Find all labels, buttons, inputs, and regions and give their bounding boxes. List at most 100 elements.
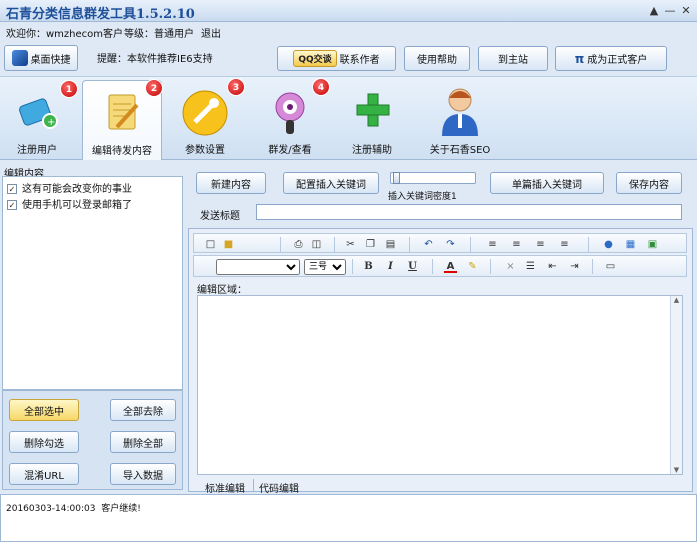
- desktop-shortcut-button[interactable]: 桌面快捷: [4, 45, 78, 71]
- copy-icon[interactable]: ❐: [364, 238, 377, 251]
- keyword-density-label: 插入关键词密度1: [388, 192, 457, 202]
- paste-icon[interactable]: ▤: [384, 238, 397, 251]
- minimize-button[interactable]: —: [662, 4, 678, 18]
- delete-checked-button[interactable]: 删除勾选: [9, 431, 79, 453]
- select-all-button[interactable]: 全部选中: [9, 399, 79, 421]
- left-button-area: 全部选中 全部去除 删除勾选 删除全部 混淆URL 导入数据: [2, 390, 183, 490]
- content-list: ✓ 这有可能会改变你的事业 ✓ 使用手机可以登录邮箱了: [2, 176, 183, 390]
- source-icon[interactable]: ▭: [604, 260, 617, 273]
- menu-bar: 欢迎你：wmzhecom客户 等级：普通用户 退出: [0, 22, 697, 40]
- text-color-button[interactable]: A: [444, 260, 457, 273]
- image-icon[interactable]: ▣: [646, 238, 659, 251]
- list-item-label: 使用手机可以登录邮箱了: [22, 200, 132, 211]
- tab-label: 参数设置: [185, 145, 225, 156]
- become-customer-label: 成为正式客户: [587, 55, 648, 66]
- editor-toolbar-row-1: □ ■ ⎙ ◫ ✂ ❐ ▤ ↶ ↷ ≡ ≡ ≡ ≡ ● ▦ ▣: [193, 233, 687, 253]
- checkbox[interactable]: ✓: [7, 184, 17, 194]
- editor-scrollbar[interactable]: ▲ ▼: [670, 296, 682, 474]
- tab-badge: 1: [60, 80, 78, 98]
- log-panel: 20160303-14:00:03 客户继续!: [0, 494, 697, 542]
- preview-icon[interactable]: ◫: [310, 238, 323, 251]
- log-line: 20160303-14:00:03 客户继续!: [6, 504, 141, 514]
- help-button[interactable]: 使用帮助: [404, 46, 470, 71]
- undo-icon[interactable]: ↶: [422, 238, 435, 251]
- microphone-icon: [275, 92, 305, 134]
- tab-code-edit[interactable]: 代码编辑: [259, 480, 299, 495]
- list-item[interactable]: ✓ 使用手机可以登录邮箱了: [7, 196, 132, 211]
- user-level: 等级：普通用户: [124, 29, 194, 40]
- wrench-icon: [182, 90, 228, 136]
- app-title: 石青分类信息群发工具1.5.2.10: [6, 7, 195, 22]
- tab-register-assist[interactable]: 注册辅助: [337, 80, 407, 160]
- tab-label: 注册辅助: [352, 145, 392, 156]
- tab-register-user[interactable]: + 1 注册用户: [2, 80, 78, 160]
- new-doc-icon[interactable]: □: [204, 238, 217, 251]
- list-item[interactable]: ✓ 这有可能会改变你的事业: [7, 180, 132, 195]
- list-item-label: 这有可能会改变你的事业: [22, 184, 132, 195]
- delete-all-button[interactable]: 删除全部: [110, 431, 176, 453]
- indent-icon[interactable]: ⇥: [568, 260, 581, 273]
- shortcut-arrow-icon: [11, 50, 28, 66]
- tag-icon: +: [19, 98, 58, 129]
- table-icon[interactable]: ▦: [624, 238, 637, 251]
- tab-label: 注册用户: [17, 145, 57, 156]
- plus-icon: [356, 93, 390, 127]
- redo-icon[interactable]: ↷: [444, 238, 457, 251]
- contact-author-button[interactable]: QQ交谈 联系作者: [277, 46, 396, 71]
- become-customer-button[interactable]: π 成为正式客户: [555, 46, 667, 71]
- import-data-button[interactable]: 导入数据: [110, 463, 176, 485]
- tab-standard-edit[interactable]: 标准编辑: [205, 480, 245, 495]
- align-right-icon[interactable]: ≡: [534, 238, 547, 251]
- outdent-icon[interactable]: ⇤: [546, 260, 559, 273]
- list-icon[interactable]: ☰: [524, 260, 537, 273]
- underline-button[interactable]: U: [406, 260, 419, 273]
- filter-url-button[interactable]: 混淆URL: [9, 463, 79, 485]
- single-insert-button[interactable]: 单篇插入关键词: [490, 172, 604, 194]
- align-center-icon[interactable]: ≡: [510, 238, 523, 251]
- tab-send-view[interactable]: 4 群发/查看: [255, 78, 330, 160]
- editor-mode-tabs: 标准编辑 代码编辑: [193, 477, 687, 495]
- subject-input[interactable]: [256, 204, 682, 220]
- keyword-density-slider[interactable]: [390, 172, 476, 184]
- align-left-icon[interactable]: ≡: [486, 238, 499, 251]
- checkbox[interactable]: ✓: [7, 200, 17, 210]
- collapse-icon[interactable]: ▲: [646, 4, 662, 18]
- config-keywords-button[interactable]: 配置插入关键词: [283, 172, 379, 194]
- editor-toolbar-row-2: 三号 B I U A ✎ × ☰ ⇤ ⇥ ▭: [193, 255, 687, 277]
- bold-button[interactable]: B: [362, 260, 375, 273]
- print-icon[interactable]: ⎙: [292, 238, 305, 251]
- close-button[interactable]: ✕: [678, 4, 694, 18]
- home-button[interactable]: 到主站: [478, 46, 548, 71]
- save-content-button[interactable]: 保存内容: [616, 172, 682, 194]
- rich-text-editor[interactable]: ▲ ▼: [197, 295, 683, 475]
- qq-badge: QQ交谈: [293, 50, 337, 67]
- tab-about[interactable]: 关于石香SEO: [420, 80, 500, 160]
- contact-author-label: 联系作者: [339, 55, 380, 66]
- italic-button[interactable]: I: [384, 260, 397, 273]
- tab-badge: 3: [227, 78, 245, 96]
- pi-icon: π: [574, 51, 585, 66]
- remove-format-icon[interactable]: ×: [504, 260, 517, 273]
- person-icon: [442, 88, 478, 136]
- justify-icon[interactable]: ≡: [558, 238, 571, 251]
- highlight-icon[interactable]: ✎: [466, 260, 479, 273]
- note-pencil-icon: [108, 94, 139, 130]
- link-icon[interactable]: ●: [602, 238, 615, 251]
- welcome-text: 欢迎你：wmzhecom客户: [6, 29, 124, 40]
- subject-label: 发送标题: [200, 211, 240, 222]
- open-folder-icon[interactable]: ■: [222, 238, 235, 251]
- title-bar: 石青分类信息群发工具1.5.2.10 ▲ — ✕: [0, 0, 697, 22]
- tab-edit-content[interactable]: 2 编辑待发内容: [82, 79, 163, 160]
- editor-frame: □ ■ ⎙ ◫ ✂ ❐ ▤ ↶ ↷ ≡ ≡ ≡ ≡ ● ▦ ▣ 三号 B I U…: [188, 228, 693, 495]
- slider-thumb[interactable]: [393, 172, 400, 184]
- font-size-select[interactable]: 三号: [304, 259, 346, 275]
- cut-icon[interactable]: ✂: [344, 238, 357, 251]
- new-content-button[interactable]: 新建内容: [196, 172, 266, 194]
- hint-text: 提醒：本软件推荐IE6支持: [97, 54, 213, 65]
- clear-all-button[interactable]: 全部去除: [110, 399, 176, 421]
- tab-settings[interactable]: 3 参数设置: [170, 78, 245, 160]
- tab-label: 编辑待发内容: [92, 146, 152, 157]
- font-name-select[interactable]: [216, 259, 300, 275]
- logout-link[interactable]: 退出: [201, 25, 221, 40]
- desktop-shortcut-label: 桌面快捷: [30, 54, 71, 66]
